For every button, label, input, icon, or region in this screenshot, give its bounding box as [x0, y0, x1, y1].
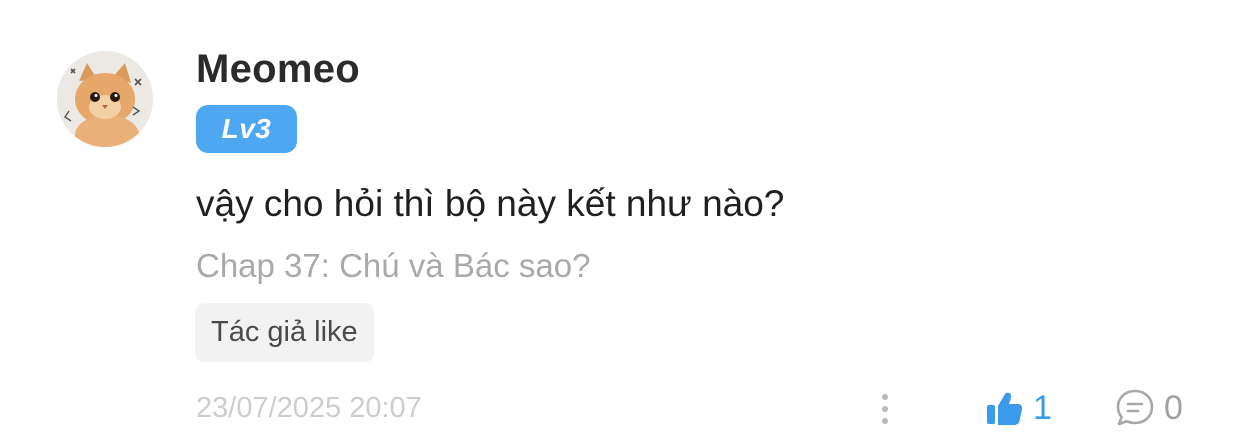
more-vertical-icon: [882, 394, 888, 424]
author-like-tag: Tác giả like: [195, 303, 374, 362]
speech-bubble-icon: [1116, 389, 1154, 426]
kitten-avatar-icon: [57, 51, 153, 147]
comment-text: vậy cho hỏi thì bộ này kết như nào?: [196, 183, 785, 224]
chapter-link[interactable]: Chap 37: Chú và Bác sao?: [196, 244, 590, 288]
thumbs-up-icon: [987, 392, 1023, 425]
more-options-button[interactable]: [870, 392, 900, 426]
comment-card: Meomeo Lv3 vậy cho hỏi thì bộ này kết nh…: [0, 0, 1242, 444]
username[interactable]: Meomeo: [196, 44, 360, 94]
reply-count: 0: [1164, 389, 1183, 427]
timestamp: 23/07/2025 20:07: [196, 392, 422, 424]
reply-button[interactable]: 0: [1114, 385, 1183, 431]
like-count: 1: [1033, 389, 1052, 427]
avatar[interactable]: [57, 51, 153, 147]
level-badge: Lv3: [196, 105, 297, 153]
like-button[interactable]: 1: [984, 385, 1052, 431]
